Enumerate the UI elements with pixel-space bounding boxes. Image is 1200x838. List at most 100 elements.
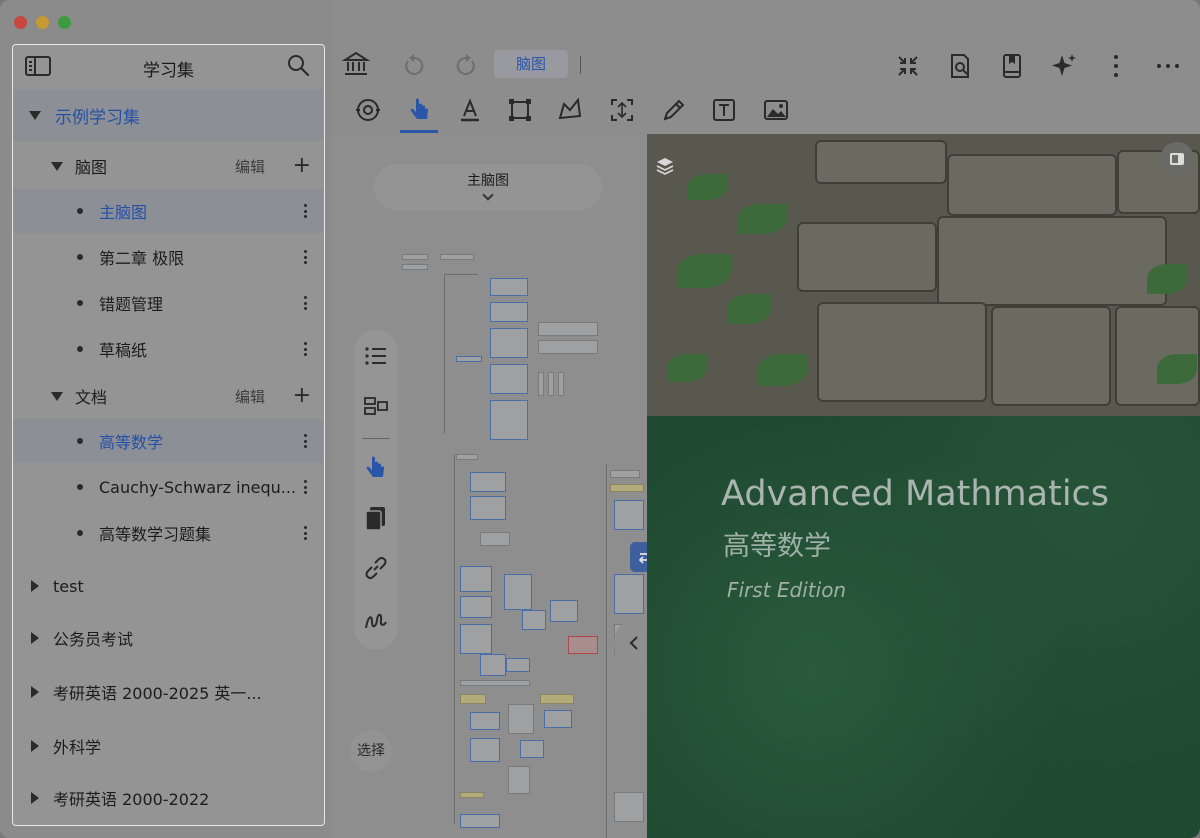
mindmap-node[interactable] bbox=[480, 654, 506, 676]
rotate-settings-icon[interactable] bbox=[354, 96, 382, 124]
more-vertical-icon[interactable] bbox=[304, 526, 307, 540]
outline-list-icon[interactable] bbox=[362, 342, 390, 370]
mindmap-node[interactable] bbox=[614, 574, 644, 614]
mindmap-node[interactable] bbox=[456, 356, 482, 362]
chevron-right-icon[interactable] bbox=[31, 792, 39, 804]
mindmap-node[interactable] bbox=[538, 340, 598, 354]
mindmap-node[interactable] bbox=[470, 738, 500, 762]
pages-icon[interactable] bbox=[362, 504, 390, 532]
add-icon[interactable]: + bbox=[293, 385, 311, 407]
mindmap-node[interactable] bbox=[538, 372, 544, 396]
chevron-right-icon[interactable] bbox=[31, 580, 39, 592]
mindmap-node[interactable] bbox=[508, 766, 530, 794]
mindmap-node[interactable] bbox=[490, 364, 528, 394]
image-icon[interactable] bbox=[762, 96, 790, 124]
mindmap-node[interactable] bbox=[520, 740, 544, 758]
link-icon[interactable] bbox=[362, 554, 390, 582]
mindmap-node[interactable] bbox=[470, 472, 506, 492]
sidebar-group-mindmaps[interactable]: 脑图 编辑 + bbox=[13, 143, 323, 189]
mindmap-node[interactable] bbox=[402, 254, 428, 260]
mindmap-node[interactable] bbox=[506, 658, 530, 672]
mindmap-node[interactable] bbox=[460, 624, 492, 654]
select-mode-button[interactable]: 选择 bbox=[350, 730, 392, 772]
layout-icon[interactable] bbox=[362, 392, 390, 420]
chevron-down-icon[interactable] bbox=[51, 161, 63, 171]
sidebar-item-mindmap[interactable]: 错题管理 bbox=[13, 281, 323, 325]
mindmap-node[interactable] bbox=[568, 636, 598, 654]
mindmap-node[interactable] bbox=[470, 712, 500, 730]
chevron-down-icon[interactable] bbox=[51, 391, 63, 401]
mindmap-node[interactable] bbox=[614, 500, 644, 530]
sidebar-item-root[interactable]: 示例学习集 bbox=[13, 89, 323, 141]
text-box-icon[interactable] bbox=[710, 96, 738, 124]
text-highlight-icon[interactable] bbox=[456, 96, 484, 124]
tab-mindmap[interactable]: 脑图 bbox=[494, 50, 568, 78]
mindmap-node[interactable] bbox=[456, 454, 478, 460]
chevron-right-icon[interactable] bbox=[31, 632, 39, 644]
mindmap-node[interactable] bbox=[440, 254, 474, 260]
sidebar-collection[interactable]: 外科学 bbox=[13, 721, 323, 771]
edit-button[interactable]: 编辑 bbox=[235, 386, 265, 407]
mindmap-node[interactable] bbox=[544, 710, 572, 728]
chevron-right-icon[interactable] bbox=[31, 686, 39, 698]
rectangle-select-icon[interactable] bbox=[506, 96, 534, 124]
more-vertical-icon[interactable] bbox=[1102, 52, 1130, 80]
mindmap-node[interactable] bbox=[470, 496, 506, 520]
add-icon[interactable]: + bbox=[293, 155, 311, 177]
sidebar-collection[interactable]: 公务员考试 bbox=[13, 613, 323, 663]
more-vertical-icon[interactable] bbox=[304, 342, 307, 356]
library-icon[interactable] bbox=[342, 50, 370, 78]
mindmap-node[interactable] bbox=[610, 470, 640, 478]
chevron-left-icon[interactable] bbox=[624, 633, 644, 653]
redo-icon[interactable] bbox=[452, 52, 480, 80]
mindmap-node[interactable] bbox=[508, 704, 534, 734]
zoom-window-button[interactable] bbox=[58, 16, 71, 29]
mindmap-node[interactable] bbox=[460, 596, 492, 618]
document-pane[interactable]: Advanced Mathmatics 高等数学 First Edition bbox=[647, 134, 1200, 838]
mindmap-node[interactable] bbox=[490, 328, 528, 358]
sidebar-item-document[interactable]: 高等数学习题集 bbox=[13, 511, 323, 555]
mindmap-selector[interactable]: 主脑图 bbox=[374, 164, 602, 210]
book-icon[interactable] bbox=[998, 52, 1026, 80]
mindmap-node[interactable] bbox=[548, 372, 554, 396]
pointer-hand-icon[interactable] bbox=[362, 454, 390, 482]
more-vertical-icon[interactable] bbox=[304, 250, 307, 264]
close-window-button[interactable] bbox=[14, 16, 27, 29]
sidebar-item-mindmap[interactable]: 主脑图 bbox=[13, 189, 323, 233]
mindmap-node[interactable] bbox=[558, 372, 564, 396]
sidebar-item-document[interactable]: Cauchy-Schwarz inequ... bbox=[13, 465, 323, 509]
more-horizontal-icon[interactable] bbox=[1154, 52, 1182, 80]
collapse-icon[interactable] bbox=[894, 52, 922, 80]
pen-icon[interactable] bbox=[660, 96, 688, 124]
minimize-window-button[interactable] bbox=[36, 16, 49, 29]
mindmap-node[interactable] bbox=[540, 694, 574, 704]
mindmap-node[interactable] bbox=[522, 610, 546, 630]
sidebar-item-document[interactable]: 高等数学 bbox=[13, 419, 323, 463]
mindmap-node[interactable] bbox=[538, 322, 598, 336]
mindmap-node[interactable] bbox=[490, 302, 528, 322]
more-vertical-icon[interactable] bbox=[304, 296, 307, 310]
mindmap-canvas[interactable] bbox=[396, 244, 647, 838]
lasso-icon[interactable] bbox=[556, 96, 584, 124]
chevron-down-icon[interactable] bbox=[29, 110, 41, 120]
mindmap-node[interactable] bbox=[504, 574, 532, 610]
mindmap-node[interactable] bbox=[490, 400, 528, 440]
fit-screen-icon[interactable] bbox=[608, 96, 636, 124]
mindmap-node[interactable] bbox=[614, 792, 644, 822]
document-search-icon[interactable] bbox=[946, 52, 974, 80]
sidebar-item-mindmap[interactable]: 草稿纸 bbox=[13, 327, 323, 371]
mindmap-node[interactable] bbox=[460, 694, 486, 704]
sidebar-collection[interactable]: test bbox=[13, 561, 323, 611]
mindmap-node[interactable] bbox=[550, 600, 578, 622]
pointer-hand-icon[interactable] bbox=[406, 96, 434, 124]
mindmap-node[interactable] bbox=[460, 792, 484, 798]
mindmap-node[interactable] bbox=[610, 484, 644, 492]
sparkle-icon[interactable] bbox=[1050, 52, 1078, 80]
mindmap-node[interactable] bbox=[490, 278, 528, 296]
mindmap-node[interactable] bbox=[460, 566, 492, 592]
freehand-line-icon[interactable] bbox=[362, 606, 390, 634]
sidebar-collection[interactable]: 考研英语 2000-2022 bbox=[13, 773, 323, 823]
layers-icon[interactable] bbox=[655, 156, 675, 176]
mindmap-node[interactable] bbox=[460, 680, 530, 686]
more-vertical-icon[interactable] bbox=[304, 204, 307, 218]
